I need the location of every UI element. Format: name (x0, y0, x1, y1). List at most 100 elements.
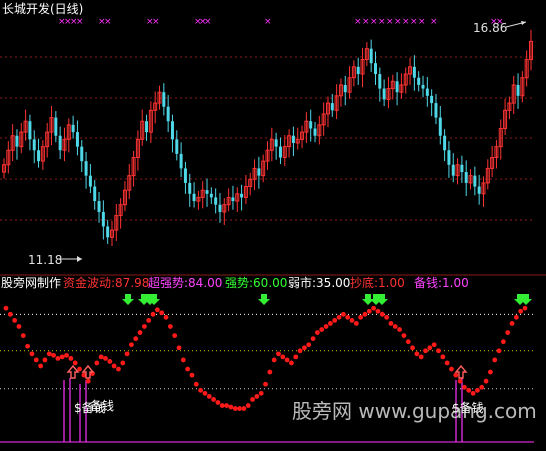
indicator-dot (423, 348, 428, 354)
indicator-dot (237, 406, 242, 411)
candle-body-down (209, 193, 213, 198)
candle-body-down (369, 48, 373, 64)
indicator-dot (124, 351, 130, 357)
indicator-dot (219, 403, 225, 408)
param-bottom-fish: 抄底:1.00 (350, 276, 405, 290)
indicator-dot (466, 387, 472, 393)
candle-body-down (382, 88, 386, 100)
chart-title: 长城开发(日线) (2, 2, 84, 16)
indicator-dot (492, 357, 498, 363)
indicator-dot (302, 345, 307, 351)
candle-body-down (257, 168, 261, 176)
indicator-dot (16, 324, 22, 329)
candle-body-down (28, 121, 32, 140)
candle-body-down (464, 172, 468, 183)
indicator-dot (470, 390, 476, 396)
indicator-dot (353, 321, 359, 326)
indicator-dot (245, 403, 251, 408)
candle-body-down (214, 197, 218, 205)
candle-body-down (71, 124, 75, 133)
indicator-dot (137, 330, 143, 335)
candle-body-down (32, 139, 36, 151)
candle-body-down (274, 139, 278, 147)
indicator-dot (483, 378, 489, 384)
indicator-dot (284, 357, 290, 363)
indicator-dot (202, 390, 208, 396)
indicator-dot (289, 360, 294, 366)
indicator-dot (224, 403, 229, 408)
indicator-dot (444, 360, 450, 366)
indicator-dot (3, 305, 9, 311)
indicator-dot (509, 321, 515, 326)
candle-body-down (412, 66, 416, 78)
indicator-dot (310, 336, 316, 342)
candle-body-down (421, 84, 425, 89)
indicator-dot (366, 308, 372, 314)
candle-body-down (438, 117, 442, 136)
candle-body-down (240, 193, 244, 198)
candle-body-down (88, 175, 92, 187)
indicator-dot (379, 311, 385, 317)
indicator-dot (518, 308, 524, 314)
candle-body-down (434, 103, 438, 118)
indicator-dot (414, 351, 420, 357)
candle-body-down (443, 135, 447, 151)
indicator-dot (315, 330, 320, 335)
candle-body-down (183, 168, 187, 183)
indicator-dot (159, 310, 165, 316)
signal-marker: × (418, 17, 426, 27)
indicator-dot (405, 339, 411, 345)
candle-body-down (162, 92, 166, 107)
indicator-dot (12, 318, 18, 323)
candle-body-down (291, 135, 295, 143)
indicator-dot (172, 333, 178, 338)
candle-body-down (84, 161, 88, 176)
indicator-dot-series (3, 305, 528, 411)
indicator-dot (349, 318, 355, 323)
indicator-dot (436, 348, 441, 354)
candle-body-down (145, 121, 149, 133)
indicator-dot (107, 359, 113, 364)
indicator-dot (72, 360, 78, 366)
candle-body-down (93, 186, 97, 202)
param-strong: 强势:60.00 (225, 276, 288, 290)
candle-body-down (447, 150, 451, 165)
indicator-dot (46, 351, 52, 357)
indicator-dot (293, 354, 299, 360)
low-price-label: 11.18 (28, 253, 62, 267)
candle-body-down (166, 106, 170, 122)
indicator-dot (427, 345, 433, 351)
indicator-dot (77, 366, 82, 372)
candle-body-down (192, 193, 196, 202)
signal-label-2: 备钱 (90, 398, 114, 413)
indicator-dot (522, 305, 528, 311)
candle-body-down (516, 84, 520, 96)
indicator-dot (59, 354, 65, 360)
chart-window[interactable]: × × × × × × × × × × × × × × × × × × × × × × × × 16.86 11.18 $备钱… (0, 0, 546, 447)
indicator-dot (440, 354, 446, 360)
indicator-dot (500, 339, 506, 345)
indicator-dot (129, 342, 134, 348)
signal-marker: × (354, 17, 362, 27)
indicator-dot (228, 404, 234, 410)
candle-body-down (179, 153, 183, 169)
indicator-dot (241, 406, 247, 411)
indicator-dot (103, 356, 108, 361)
indicator-dot (271, 357, 277, 363)
indicator-dot (479, 384, 485, 390)
signal-marker: × (264, 17, 272, 27)
indicator-dot (362, 311, 368, 317)
candle-body-down (231, 197, 235, 202)
chart-canvas[interactable]: ×××× ×× ×× ××× × × × × × × × × × × × ×× 16.86 11.18 $备钱… (0, 0, 546, 447)
indicator-dot (371, 305, 377, 311)
indicator-dot (323, 324, 329, 329)
indicator-dot (475, 387, 480, 393)
candle-body-down (356, 66, 360, 75)
indicator-dot (375, 308, 381, 314)
indicator-dot (116, 366, 121, 372)
indicator-dot (449, 366, 454, 372)
signal-marker: × (386, 17, 394, 27)
indicator-dot (327, 321, 333, 326)
signal-marker: × (394, 17, 402, 27)
candle-body-down (218, 204, 222, 212)
